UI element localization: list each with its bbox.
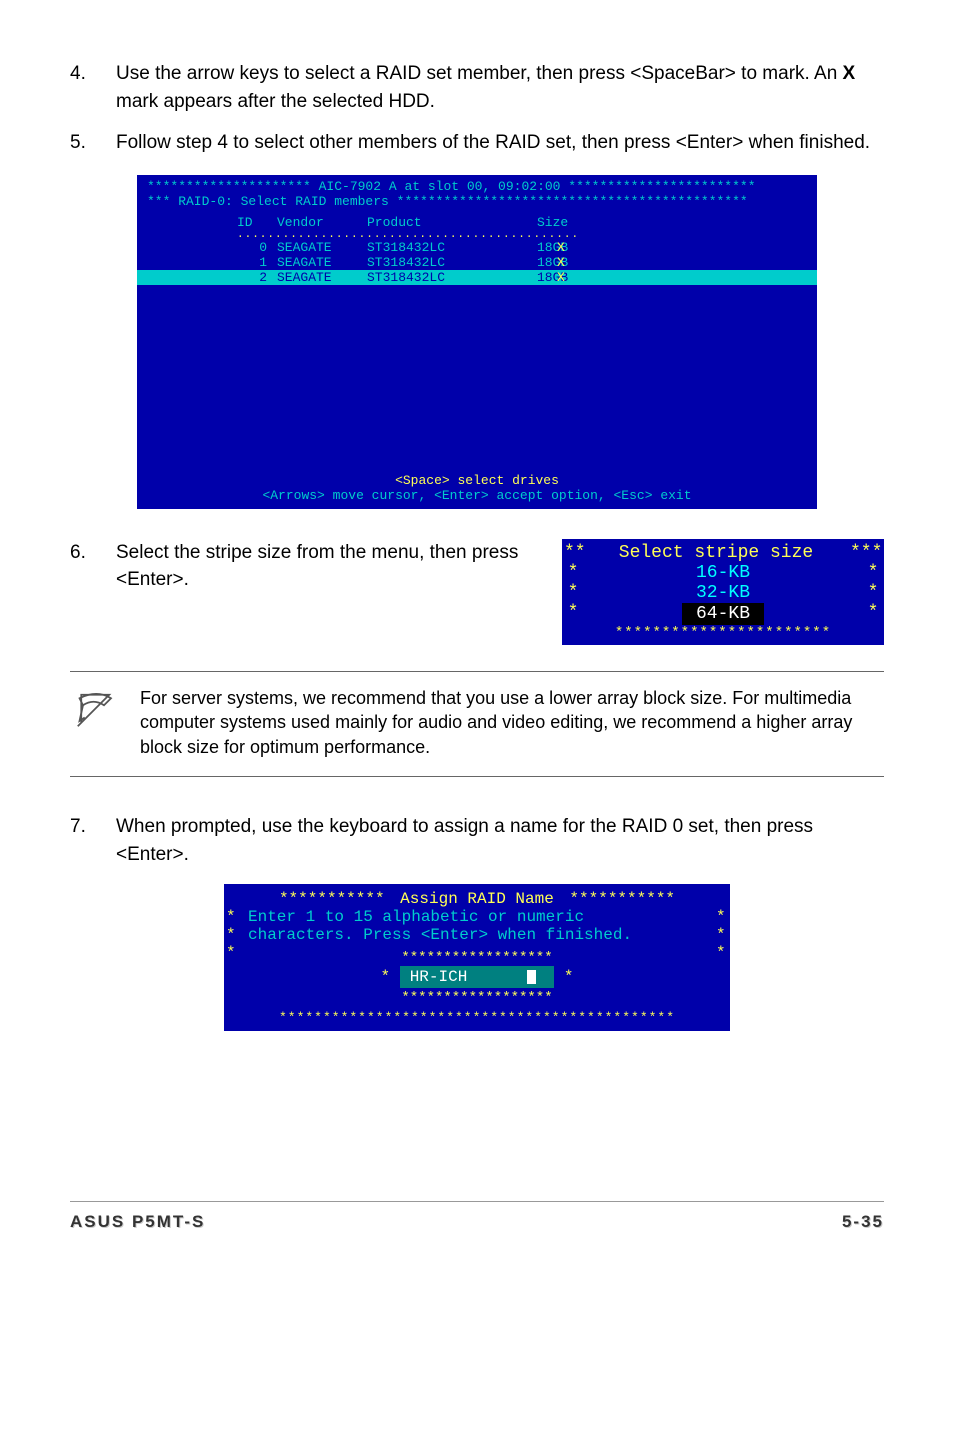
terminal1-footer1: <Space> select drives bbox=[147, 473, 807, 488]
terminal1-table-header: ID Vendor Product Size bbox=[137, 215, 817, 230]
td-id: 0 bbox=[237, 240, 277, 255]
step-6-text: Select the stripe size from the menu, th… bbox=[116, 539, 542, 594]
table-row: 0 SEAGATE ST318432LC 18GB X bbox=[137, 240, 817, 255]
td-vendor: SEAGATE bbox=[277, 255, 367, 270]
t3-side-star: * bbox=[226, 926, 238, 944]
t3-input-top-border: ****************** bbox=[401, 950, 552, 966]
footer-left: ASUS P5MT-S bbox=[70, 1212, 205, 1232]
step-6: 6. Select the stripe size from the menu,… bbox=[70, 539, 542, 594]
terminal1-header-line: ********************* AIC-7902 A at slot… bbox=[147, 179, 807, 194]
t3-header-stars-r: *********** bbox=[569, 890, 675, 908]
t3-footer-stars: ****************************************… bbox=[226, 1010, 728, 1025]
td-product: ST318432LC bbox=[367, 270, 497, 285]
th-product: Product bbox=[367, 215, 497, 230]
step-4-post: mark appears after the selected HDD. bbox=[116, 91, 435, 112]
t2-opt3-selected: 64-KB bbox=[682, 603, 764, 625]
note-box: For server systems, we recommend that yo… bbox=[70, 671, 884, 777]
t3-line1: Enter 1 to 15 alphabetic or numeric bbox=[238, 908, 716, 926]
t3-input-field: HR-ICH bbox=[400, 966, 555, 988]
note-text: For server systems, we recommend that yo… bbox=[140, 686, 884, 760]
td-mark: X bbox=[557, 255, 587, 270]
page-footer: ASUS P5MT-S 5-35 bbox=[70, 1201, 884, 1232]
t3-input-bottom-border: ****************** bbox=[401, 990, 552, 1006]
t3-side-star: * bbox=[226, 944, 238, 1010]
step-5-num: 5. bbox=[70, 129, 116, 157]
table-row-selected: 2 SEAGATE ST318432LC 18GB X bbox=[137, 270, 817, 285]
note-icon bbox=[70, 686, 118, 733]
step-7: 7. When prompted, use the keyboard to as… bbox=[70, 813, 884, 868]
step-5: 5. Follow step 4 to select other members… bbox=[70, 129, 884, 157]
t3-side-star: * bbox=[716, 944, 728, 1010]
t2-star-side: * bbox=[564, 563, 582, 583]
t3-input-value: HR-ICH bbox=[410, 968, 468, 986]
t3-input-marker-l: * bbox=[380, 968, 390, 986]
table-row: 1 SEAGATE ST318432LC 18GB X bbox=[137, 255, 817, 270]
t2-star-side: * bbox=[564, 603, 582, 625]
t2-opt2: 32-KB bbox=[582, 583, 864, 603]
step-4-text: Use the arrow keys to select a RAID set … bbox=[116, 60, 884, 115]
step-4-pre: Use the arrow keys to select a RAID set … bbox=[116, 63, 843, 84]
td-mark: X bbox=[557, 240, 587, 255]
t2-footer-stars: *********************** bbox=[564, 625, 882, 641]
td-product: ST318432LC bbox=[367, 255, 497, 270]
t2-star-side: * bbox=[864, 583, 882, 603]
terminal1-separator: ........................................… bbox=[137, 230, 817, 240]
step-7-num: 7. bbox=[70, 813, 116, 868]
t2-star-side: * bbox=[864, 563, 882, 583]
t2-star-r: *** bbox=[850, 543, 882, 563]
td-id: 2 bbox=[237, 270, 277, 285]
td-mark: X bbox=[557, 270, 587, 285]
step-4: 4. Use the arrow keys to select a RAID s… bbox=[70, 60, 884, 115]
pencil-note-icon bbox=[76, 686, 118, 728]
t2-title: Select stripe size bbox=[582, 543, 850, 563]
t2-star-side: * bbox=[564, 583, 582, 603]
t2-opt1: 16-KB bbox=[582, 563, 864, 583]
t3-side-star: * bbox=[226, 908, 238, 926]
terminal-raid-members: ********************* AIC-7902 A at slot… bbox=[137, 175, 817, 509]
t2-star-l: ** bbox=[564, 543, 582, 563]
th-id: ID bbox=[237, 215, 277, 230]
t3-side-star: * bbox=[716, 908, 728, 926]
step-7-text: When prompted, use the keyboard to assig… bbox=[116, 813, 884, 868]
t3-header-title: Assign RAID Name bbox=[385, 890, 570, 908]
terminal1-subtitle: *** RAID-0: Select RAID members ********… bbox=[147, 194, 807, 209]
td-size: 18GB bbox=[497, 255, 557, 270]
td-product: ST318432LC bbox=[367, 240, 497, 255]
td-vendor: SEAGATE bbox=[277, 240, 367, 255]
footer-right: 5-35 bbox=[842, 1212, 884, 1232]
terminal-stripe-size: ** Select stripe size *** * 16-KB * * 32… bbox=[562, 539, 884, 645]
step-4-num: 4. bbox=[70, 60, 116, 115]
th-size: Size bbox=[497, 215, 597, 230]
t2-star-side: * bbox=[864, 603, 882, 625]
td-size: 18GB bbox=[497, 240, 557, 255]
td-id: 1 bbox=[237, 255, 277, 270]
t3-line2: characters. Press <Enter> when finished. bbox=[238, 926, 716, 944]
step-4-bold: X bbox=[843, 63, 856, 84]
t3-input-marker-r: * bbox=[564, 968, 574, 986]
step-5-text: Follow step 4 to select other members of… bbox=[116, 129, 884, 157]
td-size: 18GB bbox=[497, 270, 557, 285]
step-6-num: 6. bbox=[70, 539, 116, 594]
t3-side-star: * bbox=[716, 926, 728, 944]
t3-header-stars-l: *********** bbox=[279, 890, 385, 908]
cursor-icon bbox=[527, 970, 536, 984]
terminal1-footer2: <Arrows> move cursor, <Enter> accept opt… bbox=[147, 488, 807, 503]
td-vendor: SEAGATE bbox=[277, 270, 367, 285]
th-vendor: Vendor bbox=[277, 215, 367, 230]
terminal-assign-raid-name: *********** Assign RAID Name ***********… bbox=[224, 884, 730, 1031]
